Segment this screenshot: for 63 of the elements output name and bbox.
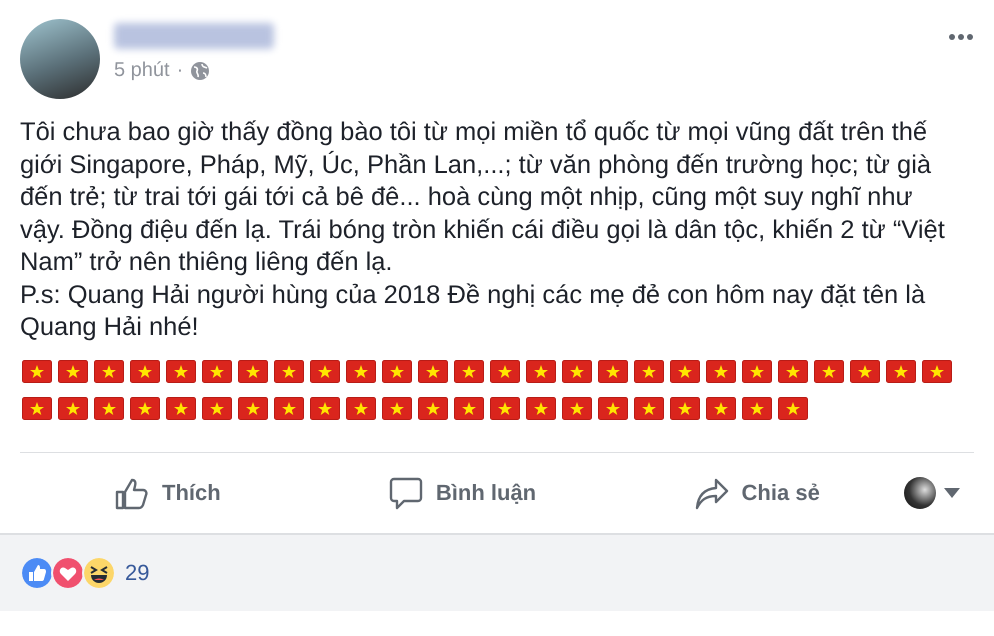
vietnam-flag-icon [346,396,376,420]
vietnam-flag-icon [58,360,88,382]
vietnam-flag-icon [22,396,52,420]
vietnam-flag-icon [598,396,628,420]
vietnam-flag-icon [850,360,880,382]
vietnam-flag-icon [778,396,808,420]
vietnam-flag-icon [130,360,160,382]
vietnam-flag-icon [238,396,268,420]
vietnam-flag-icon [706,396,736,420]
vietnam-flag-icon [490,396,520,420]
vietnam-flag-icon [130,396,160,420]
vietnam-flag-icon [670,396,700,420]
vietnam-flag-icon [418,396,448,420]
vietnam-flag-icon [202,396,232,420]
vietnam-flag-icon [238,360,268,382]
vietnam-flag-icon [742,396,772,420]
vietnam-flag-icon [94,360,124,382]
like-reaction-icon [20,556,54,590]
vietnam-flag-icon [454,396,484,420]
vietnam-flag-icon [22,360,52,382]
vietnam-flag-icon [58,396,88,420]
vietnam-flag-icon [526,396,556,420]
vietnam-flag-icon [526,360,556,382]
vietnam-flag-icon [310,360,340,382]
vietnam-flag-icon [562,396,592,420]
share-button[interactable]: Chia sẻ [609,474,904,510]
comment-button[interactable]: Bình luận [314,474,610,510]
vietnam-flag-icon [562,360,592,382]
heart-reaction-icon [51,556,85,590]
vietnam-flag-icon [202,360,232,382]
vietnam-flag-icon [166,396,196,420]
vietnam-flag-icon [418,360,448,382]
vietnam-flag-icon [490,360,520,382]
post-time[interactable]: 5 phút [114,59,170,82]
vietnam-flag-icon [274,396,304,420]
like-button[interactable]: Thích [20,474,315,510]
globe-icon[interactable] [190,60,210,80]
vietnam-flag-icon [94,396,124,420]
more-options-icon[interactable] [948,33,974,41]
vietnam-flag-icon [886,360,916,382]
vietnam-flag-icon [634,360,664,382]
separator-dot: · [176,59,184,82]
vietnam-flag-icon [598,360,628,382]
vietnam-flag-icon [634,396,664,420]
vietnam-flag-icon [814,360,844,382]
vietnam-flag-icon [382,396,412,420]
post-text: Tôi chưa bao giờ thấy đồng bào tôi từ mọi miền tổ quốc từ mọi vũng đất trên thế giới Singapore, Pháp, Mỹ, Úc, Phần Lan,...; từ văn phòng đến trường học; từ già đến trẻ; từ trai tới gái tới cả bê đê... hoà cùng một nhịp, cũng một suy nghĩ như vậy. Đồng điệu đến lạ. Trái bóng tròn khiến cái điều gọi là dân tộc, khiến 2 từ “Việt Nam” trở nên thiêng liêng đến lạ. P.s: Quang Hải người hùng của 2018 Đề nghị các mẹ đẻ con hôm nay đặt tên là Quang Hải nhé! [20,117,946,343]
vietnam-flag-icon [382,360,412,382]
vietnam-flag-icon [922,360,952,382]
caret-icon [944,488,960,498]
vietnam-flag-icon [670,360,700,382]
vietnam-flag-icon [274,360,304,382]
small-avatar-photo-placeholder [904,476,936,508]
vietnam-flag-icon [454,360,484,382]
vietnam-flag-icon [778,360,808,382]
vietnam-flag-icon [310,396,340,420]
vietnam-flag-icon [706,360,736,382]
vietnam-flag-icon [346,360,376,382]
vietnam-flag-icon [742,360,772,382]
profile-selector[interactable] [904,476,960,508]
vietnam-flag-icon [166,360,196,382]
laughing-reaction-icon [82,556,116,590]
reaction-count[interactable]: 29 [125,560,150,586]
